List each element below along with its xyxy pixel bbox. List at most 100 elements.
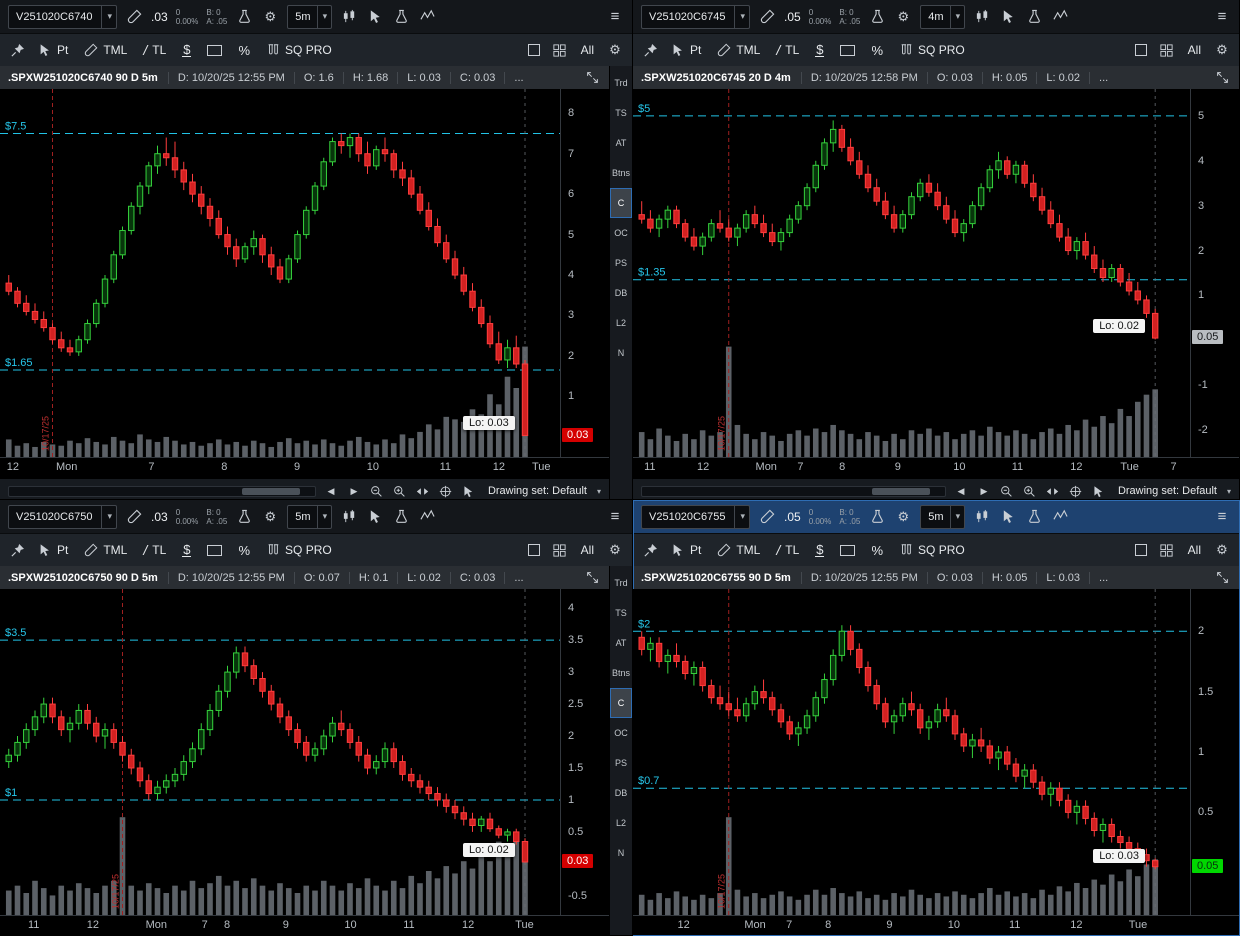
sidebar-tab-oc[interactable]: OC [610,718,632,748]
pin-icon[interactable] [641,41,659,59]
pin-icon[interactable] [8,541,26,559]
pointer-tool[interactable]: Pt [34,541,72,559]
beaker-icon[interactable] [235,8,253,26]
zoom-out-icon[interactable] [999,483,1015,499]
chevron-down-icon[interactable]: ▾ [950,506,961,528]
chart-plot[interactable]: $3.5$110/17/25 Lo: 0.02 [0,589,560,915]
percent-tool[interactable]: % [867,541,887,560]
gear-icon[interactable]: ⚙ [261,508,279,526]
beaker-icon[interactable] [1025,508,1043,526]
pattern-icon[interactable] [418,8,436,26]
rectangle-tool[interactable] [836,43,859,58]
symbol-input[interactable]: V251020C6755 ▾ [641,505,750,529]
percent-tool[interactable]: % [867,41,887,60]
scroll-right-icon[interactable]: ▶ [976,483,992,499]
scroll-right-icon[interactable]: ▶ [346,483,362,499]
zoom-in-icon[interactable] [392,483,408,499]
single-layout-icon[interactable] [525,41,543,59]
sidebar-tab-ts[interactable]: TS [610,598,632,628]
menu-icon[interactable]: ≡ [1213,8,1231,26]
fit-width-icon[interactable] [1045,483,1061,499]
sidebar-tab-l2[interactable]: L2 [610,808,632,838]
menu-icon[interactable]: ≡ [1213,508,1231,526]
beaker-icon[interactable] [1025,8,1043,26]
pointer-tool[interactable]: Pt [667,41,705,59]
fit-width-icon[interactable] [415,483,431,499]
scrollbar-thumb[interactable] [242,488,300,495]
drawing-set-selector[interactable]: Drawing set: Default [488,485,587,497]
gear-icon[interactable]: ⚙ [1213,541,1231,559]
chevron-down-icon[interactable]: ▾ [317,6,328,28]
crosshair-icon[interactable] [438,483,454,499]
chart-plot[interactable]: $7.5$1.6510/17/25 Lo: 0.03 [0,89,560,457]
x-axis[interactable]: 12Mon789101112Tue [0,457,609,478]
y-axis[interactable]: 54321-1-20.05 [1190,89,1239,457]
chart-scrollbar[interactable] [8,486,316,497]
test-tube-icon[interactable] [758,508,776,526]
beaker-icon[interactable] [868,8,886,26]
pattern-icon[interactable] [418,508,436,526]
detach-icon[interactable] [583,69,601,87]
cursor-icon[interactable] [366,8,384,26]
sidebar-tab-n[interactable]: N [610,838,632,868]
sidebar-tab-c[interactable]: C [610,188,632,218]
grid-layout-icon[interactable] [551,41,569,59]
chevron-down-icon[interactable]: ▾ [734,6,745,28]
sqpro-tool[interactable]: SQ PRO [262,541,336,559]
gear-icon[interactable]: ⚙ [606,541,624,559]
pin-icon[interactable] [641,541,659,559]
test-tube-icon[interactable] [125,8,143,26]
sidebar-tab-trd[interactable]: Trd [610,68,632,98]
all-button[interactable]: All [1184,41,1205,59]
y-axis[interactable]: 43.532.521.510.5-0.50.03 [560,589,609,915]
gear-icon[interactable]: ⚙ [261,8,279,26]
symbol-input[interactable]: V251020C6740 ▾ [8,5,117,29]
sidebar-tab-db[interactable]: DB [610,778,632,808]
y-axis[interactable]: 21.510.50.05 [1190,589,1239,915]
timeframe-select[interactable]: 4m ▾ [920,5,965,29]
grid-layout-icon[interactable] [1158,541,1176,559]
beaker-icon[interactable] [235,508,253,526]
sidebar-tab-ts[interactable]: TS [610,98,632,128]
chart-style-icon[interactable] [340,8,358,26]
symbol-input[interactable]: V251020C6750 ▾ [8,505,117,529]
cursor-icon[interactable] [366,508,384,526]
gear-icon[interactable]: ⚙ [606,41,624,59]
cursor-icon[interactable] [1091,483,1107,499]
gear-icon[interactable]: ⚙ [894,508,912,526]
pointer-tool[interactable]: Pt [34,41,72,59]
gear-icon[interactable]: ⚙ [1213,41,1231,59]
detach-icon[interactable] [1213,569,1231,587]
sqpro-tool[interactable]: SQ PRO [895,541,969,559]
timeframe-select[interactable]: 5m ▾ [287,505,332,529]
x-axis[interactable]: 1112Mon789101112Tue7 [633,457,1239,478]
chevron-down-icon[interactable]: ▾ [597,487,601,496]
single-layout-icon[interactable] [525,541,543,559]
pointer-tool[interactable]: Pt [667,541,705,559]
sidebar-tab-trd[interactable]: Trd [610,568,632,598]
sqpro-tool[interactable]: SQ PRO [262,41,336,59]
test-tube-icon[interactable] [758,8,776,26]
price-level-tool[interactable]: $ [811,41,828,60]
chart-scrollbar[interactable] [641,486,946,497]
chevron-down-icon[interactable]: ▾ [101,506,112,528]
sidebar-tab-at[interactable]: AT [610,128,632,158]
chevron-down-icon[interactable]: ▾ [317,506,328,528]
trendline-tool[interactable]: / TL [772,540,803,560]
rectangle-tool[interactable] [836,543,859,558]
tml-tool[interactable]: TML [713,541,764,559]
price-level-tool[interactable]: $ [178,41,195,60]
test-tube-icon[interactable] [125,508,143,526]
cursor-icon[interactable] [999,8,1017,26]
price-level-tool[interactable]: $ [811,541,828,560]
detach-icon[interactable] [583,569,601,587]
beaker-icon[interactable] [392,508,410,526]
gear-icon[interactable]: ⚙ [894,8,912,26]
scrollbar-thumb[interactable] [872,488,930,495]
cursor-icon[interactable] [461,483,477,499]
crosshair-icon[interactable] [1068,483,1084,499]
sidebar-tab-oc[interactable]: OC [610,218,632,248]
sidebar-tab-at[interactable]: AT [610,628,632,658]
chevron-down-icon[interactable]: ▾ [101,6,112,28]
beaker-icon[interactable] [392,8,410,26]
